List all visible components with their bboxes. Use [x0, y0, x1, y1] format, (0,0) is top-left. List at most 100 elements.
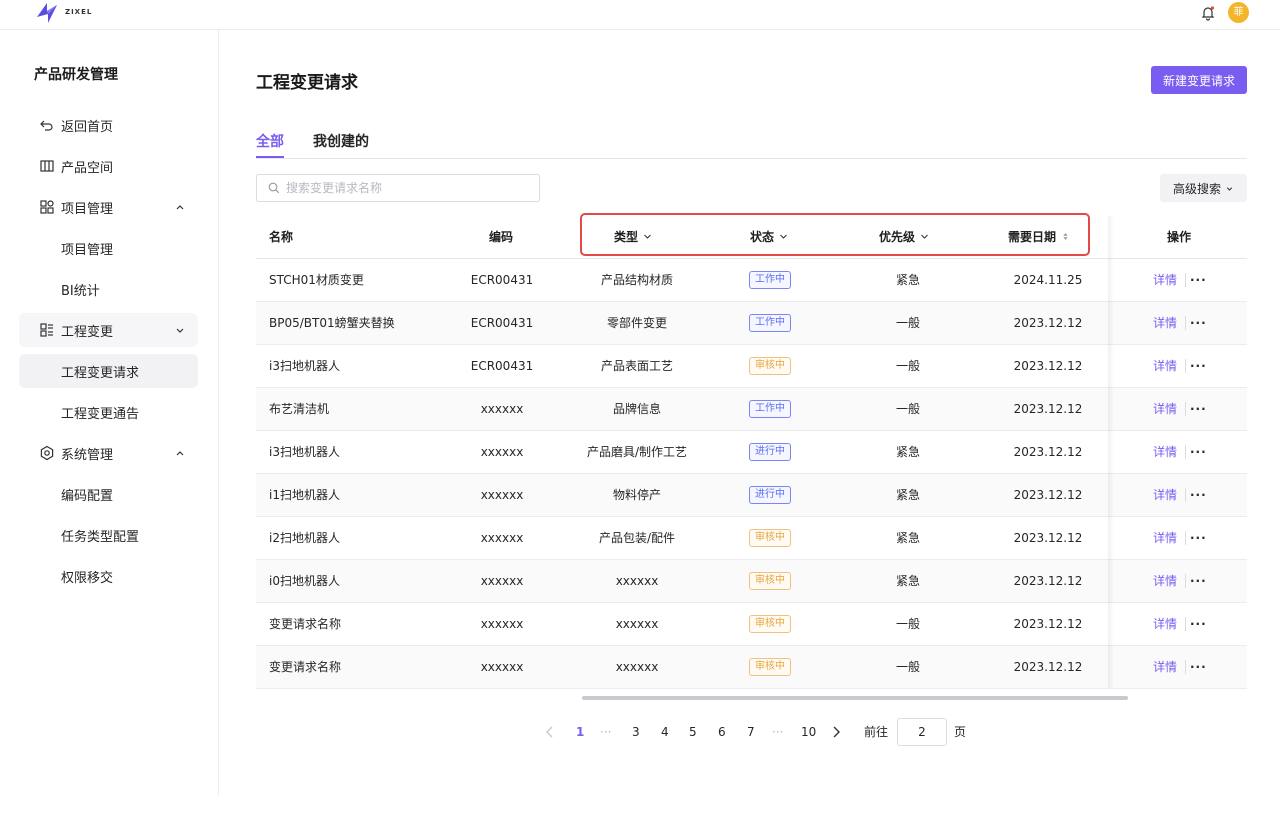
- more-icon[interactable]: ···: [1190, 646, 1207, 688]
- page-number[interactable]: 10: [801, 724, 816, 740]
- advanced-search-button[interactable]: 高级搜索: [1160, 174, 1247, 202]
- table-row[interactable]: BP05/BT01螃蟹夹替换 ECR00431 零部件变更 工作中 一般 2023.12.…: [256, 302, 1247, 345]
- sidebar-item-code-config[interactable]: 编码配置: [19, 477, 198, 511]
- sidebar-item-project-management-sub[interactable]: 项目管理: [19, 231, 198, 265]
- table-row[interactable]: i1扫地机器人 xxxxxx 物料停产 进行中 紧急 2023.12.12 详情 ···: [256, 474, 1247, 517]
- more-icon[interactable]: ···: [1190, 603, 1207, 645]
- more-icon[interactable]: ···: [1190, 345, 1207, 387]
- page-number[interactable]: 3: [632, 724, 640, 740]
- logo-icon[interactable]: [34, 1, 60, 25]
- page-ellipsis[interactable]: ···: [600, 724, 611, 740]
- chevron-up-icon[interactable]: [174, 201, 186, 213]
- more-icon[interactable]: ···: [1190, 388, 1207, 430]
- detail-link[interactable]: 详情: [1153, 259, 1177, 301]
- cell-type: xxxxxx: [615, 660, 659, 674]
- more-icon[interactable]: ···: [1190, 517, 1207, 559]
- cell-code: xxxxxx: [480, 660, 524, 674]
- goto-page-input[interactable]: [897, 718, 947, 746]
- prev-page-icon[interactable]: [545, 726, 555, 738]
- settings-icon: [40, 445, 54, 461]
- detail-link[interactable]: 详情: [1153, 646, 1177, 688]
- sidebar-item-engineering-change[interactable]: 工程变更: [19, 313, 198, 347]
- cell-required-date: 2023.12.12: [1013, 445, 1083, 459]
- more-icon[interactable]: ···: [1190, 560, 1207, 602]
- cell-priority: 紧急: [895, 488, 920, 502]
- table-row[interactable]: 变更请求名称 xxxxxx xxxxxx 审核中 一般 2023.12.12 详情 ···: [256, 603, 1247, 646]
- active-tab-indicator: [256, 156, 284, 158]
- cell-type: xxxxxx: [615, 574, 659, 588]
- more-icon[interactable]: ···: [1190, 474, 1207, 516]
- cell-name: i2扫地机器人: [269, 531, 340, 545]
- tab-all[interactable]: 全部: [256, 131, 284, 151]
- page-number[interactable]: 7: [747, 724, 755, 740]
- sidebar-item-system-management[interactable]: 系统管理: [19, 436, 198, 470]
- detail-link[interactable]: 详情: [1153, 388, 1177, 430]
- bell-icon[interactable]: [1199, 4, 1217, 22]
- table-row[interactable]: 变更请求名称 xxxxxx xxxxxx 审核中 一般 2023.12.12 详情 ···: [256, 646, 1247, 689]
- more-icon[interactable]: ···: [1190, 431, 1207, 473]
- horizontal-scrollbar[interactable]: [582, 696, 1128, 700]
- sidebar-item-change-request[interactable]: 工程变更请求: [19, 354, 198, 388]
- sidebar-item-task-type-config[interactable]: 任务类型配置: [19, 518, 198, 552]
- sidebar-item-product-space[interactable]: 产品空间: [19, 149, 198, 183]
- page-suffix: 页: [954, 725, 967, 739]
- detail-link[interactable]: 详情: [1153, 345, 1177, 387]
- status-badge: 审核中: [749, 658, 791, 676]
- next-page-icon[interactable]: [831, 726, 841, 738]
- chevron-down-icon[interactable]: [174, 324, 186, 336]
- page-number[interactable]: 4: [661, 724, 669, 740]
- action-divider: [1185, 488, 1186, 502]
- table-row[interactable]: i2扫地机器人 xxxxxx 产品包装/配件 审核中 紧急 2023.12.12 详情 ···: [256, 517, 1247, 560]
- sidebar-item-change-notice[interactable]: 工程变更通告: [19, 395, 198, 429]
- cell-code: ECR00431: [470, 359, 534, 373]
- table-row[interactable]: i3扫地机器人 ECR00431 产品表面工艺 审核中 一般 2023.12.12 详情 ··…: [256, 345, 1247, 388]
- detail-link[interactable]: 详情: [1153, 603, 1177, 645]
- detail-link[interactable]: 详情: [1153, 517, 1177, 559]
- cell-name: i3扫地机器人: [269, 359, 340, 373]
- table-row[interactable]: 布艺清洁机 xxxxxx 品牌信息 工作中 一般 2023.12.12 详情 ···: [256, 388, 1247, 431]
- sidebar-item-home[interactable]: 返回首页: [19, 108, 198, 142]
- cell-code: xxxxxx: [480, 531, 524, 545]
- page-number[interactable]: 6: [718, 724, 726, 740]
- more-icon[interactable]: ···: [1190, 302, 1207, 344]
- cell-type: 零部件变更: [606, 316, 667, 330]
- detail-link[interactable]: 详情: [1153, 474, 1177, 516]
- page-ellipsis[interactable]: ···: [772, 724, 783, 740]
- sidebar-item-permission-transfer[interactable]: 权限移交: [19, 559, 198, 593]
- page-number[interactable]: 1: [576, 724, 584, 740]
- cell-code: xxxxxx: [480, 488, 524, 502]
- chevron-up-icon[interactable]: [174, 447, 186, 459]
- detail-link[interactable]: 详情: [1153, 560, 1177, 602]
- cell-required-date: 2023.12.12: [1013, 488, 1083, 502]
- cell-priority: 一般: [895, 660, 920, 674]
- search-input[interactable]: [286, 181, 526, 195]
- column-header-name: 名称: [269, 230, 294, 244]
- detail-link[interactable]: 详情: [1153, 431, 1177, 473]
- tab-created-by-me[interactable]: 我创建的: [313, 131, 369, 151]
- table-row[interactable]: i3扫地机器人 xxxxxx 产品磨具/制作工艺 进行中 紧急 2023.12.12 详情 ·…: [256, 431, 1247, 474]
- sidebar-item-project-management[interactable]: 项目管理: [19, 190, 198, 224]
- cell-required-date: 2023.12.12: [1013, 531, 1083, 545]
- table-row[interactable]: STCH01材质变更 ECR00431 产品结构材质 工作中 紧急 2024.11.25 详…: [256, 259, 1247, 302]
- column-header-actions: 操作: [1167, 230, 1192, 244]
- action-divider: [1185, 402, 1186, 416]
- cell-required-date: 2024.11.25: [1013, 273, 1083, 287]
- cell-code: xxxxxx: [480, 445, 524, 459]
- page-number[interactable]: 5: [689, 724, 697, 740]
- cell-code: xxxxxx: [480, 574, 524, 588]
- user-avatar[interactable]: 菲: [1228, 2, 1249, 23]
- fixed-column-shadow: [1108, 216, 1114, 688]
- status-badge: 工作中: [749, 271, 791, 289]
- detail-link[interactable]: 详情: [1153, 302, 1177, 344]
- cell-name: i0扫地机器人: [269, 574, 340, 588]
- cell-name: 变更请求名称: [269, 660, 342, 674]
- page-title: 工程变更请求: [256, 73, 358, 93]
- sidebar-item-bi-stats[interactable]: BI统计: [19, 272, 198, 306]
- table-row[interactable]: i0扫地机器人 xxxxxx xxxxxx 审核中 紧急 2023.12.12 详情 ···: [256, 560, 1247, 603]
- cell-name: 布艺清洁机: [269, 402, 330, 416]
- new-change-request-button[interactable]: 新建变更请求: [1151, 66, 1247, 94]
- status-badge: 进行中: [749, 443, 791, 461]
- cell-required-date: 2023.12.12: [1013, 617, 1083, 631]
- more-icon[interactable]: ···: [1190, 259, 1207, 301]
- chevron-down-icon: [1226, 186, 1233, 191]
